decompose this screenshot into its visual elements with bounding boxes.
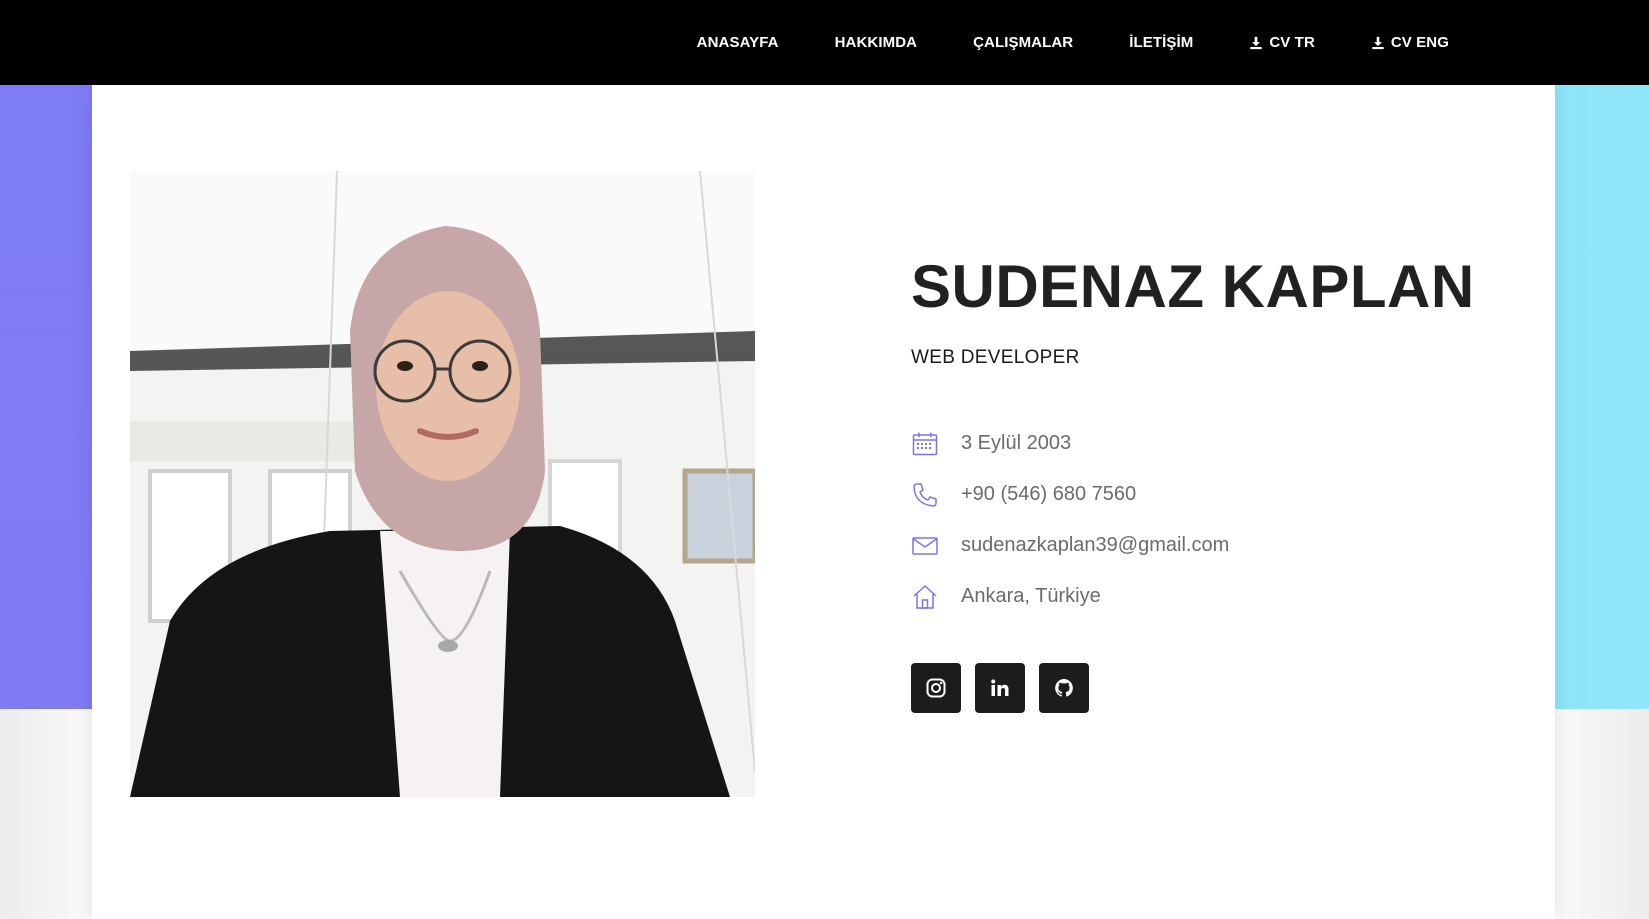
- cv-eng-button[interactable]: CV ENG: [1371, 34, 1449, 51]
- left-gradient-band: [0, 85, 92, 709]
- calendar-icon: [911, 430, 939, 458]
- info-email-row: sudenazkaplan39@gmail.com: [911, 520, 1229, 571]
- phone-icon: [911, 481, 939, 509]
- cv-tr-label: CV TR: [1269, 34, 1315, 51]
- nav-item-calismalar[interactable]: ÇALIŞMALAR: [973, 34, 1073, 51]
- social-links: [911, 663, 1103, 713]
- profile-photo: [130, 171, 755, 797]
- left-page-margin: [0, 709, 92, 919]
- home-icon: [911, 583, 939, 611]
- top-navbar: ANASAYFA HAKKIMDA ÇALIŞMALAR İLETİŞİM CV…: [0, 0, 1649, 85]
- profile-name: SUDENAZ KAPLAN: [911, 253, 1475, 320]
- linkedin-icon: [991, 679, 1009, 696]
- cv-tr-button[interactable]: CV TR: [1249, 34, 1315, 51]
- mail-icon: [911, 532, 939, 560]
- linkedin-button[interactable]: [975, 663, 1025, 713]
- profile-role: WEB DEVELOPER: [911, 347, 1080, 368]
- birthdate-text: 3 Eylül 2003: [961, 432, 1072, 454]
- download-icon: [1250, 36, 1263, 49]
- info-birthdate-row: 3 Eylül 2003: [911, 418, 1229, 469]
- main-nav: ANASAYFA HAKKIMDA ÇALIŞMALAR İLETİŞİM CV…: [697, 0, 1649, 85]
- location-text: Ankara, Türkiye: [961, 585, 1101, 607]
- profile-photo-illustration: [130, 171, 755, 797]
- contact-info-list: 3 Eylül 2003 +90 (546) 680 7560 sudenazk…: [911, 418, 1229, 622]
- phone-text: +90 (546) 680 7560: [961, 483, 1137, 505]
- github-icon: [1055, 679, 1073, 697]
- info-phone-row: +90 (546) 680 7560: [911, 469, 1229, 520]
- right-page-margin: [1555, 709, 1649, 919]
- instagram-icon: [926, 678, 946, 698]
- right-gradient-band: [1555, 85, 1649, 709]
- nav-item-iletisim[interactable]: İLETİŞİM: [1129, 34, 1193, 51]
- email-text[interactable]: sudenazkaplan39@gmail.com: [961, 534, 1229, 557]
- cv-eng-label: CV ENG: [1390, 34, 1449, 51]
- info-location-row: Ankara, Türkiye: [911, 571, 1229, 622]
- nav-item-hakkimda[interactable]: HAKKIMDA: [835, 34, 917, 51]
- nav-item-anasayfa[interactable]: ANASAYFA: [697, 34, 779, 51]
- download-icon: [1372, 36, 1384, 49]
- instagram-button[interactable]: [911, 663, 961, 713]
- github-button[interactable]: [1039, 663, 1089, 713]
